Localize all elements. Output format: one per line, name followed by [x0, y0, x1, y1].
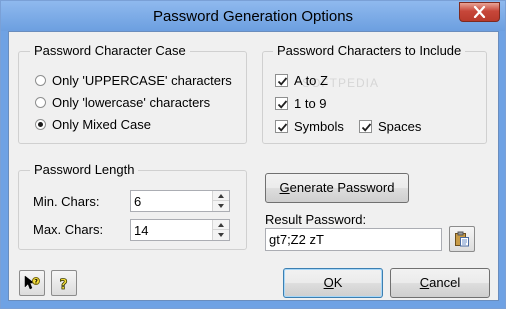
generate-password-button[interactable]: Generate Password: [265, 173, 409, 203]
checkbox-symbols[interactable]: [275, 120, 288, 133]
ok-label-accel: O: [323, 275, 334, 290]
clipboard-paste-icon: [455, 231, 469, 247]
radio-mixed-case[interactable]: [35, 119, 46, 130]
radio-mixed-case-row[interactable]: Only Mixed Case: [35, 117, 151, 132]
min-chars-spin-buttons: [212, 191, 229, 211]
radio-uppercase[interactable]: [35, 75, 46, 86]
spin-up-arrow-icon: [218, 194, 224, 198]
checkbox-spaces-label: Spaces: [378, 119, 422, 134]
window-title: Password Generation Options: [152, 8, 354, 25]
radio-uppercase-label: Only 'UPPERCASE' characters: [52, 73, 232, 88]
min-chars-label: Min. Chars:: [33, 194, 100, 209]
cancel-label: ancel: [429, 275, 461, 290]
close-button[interactable]: [459, 2, 500, 22]
max-chars-up-button[interactable]: [213, 220, 229, 230]
help-question-icon: ?: [59, 277, 68, 291]
characters-include-group-title: Password Characters to Include: [273, 43, 466, 58]
checkmark-icon: [277, 77, 288, 86]
svg-text:?: ?: [34, 279, 38, 286]
dialog-window: Password Generation Options SOFTPEDIA Pa…: [0, 0, 506, 309]
ok-label: K: [333, 275, 343, 290]
min-chars-input[interactable]: [131, 191, 214, 211]
checkbox-a-to-z-label: A to Z: [294, 73, 328, 88]
cancel-label-accel: C: [419, 275, 430, 290]
max-chars-input[interactable]: [131, 220, 214, 240]
help-button[interactable]: ?: [51, 270, 77, 296]
title-bar[interactable]: Password Generation Options: [1, 1, 505, 31]
checkbox-symbols-row[interactable]: Symbols: [275, 119, 344, 134]
radio-lowercase-label: Only 'lowercase' characters: [52, 95, 211, 110]
character-case-group: Password Character Case Only 'UPPERCASE'…: [18, 43, 247, 144]
max-chars-label: Max. Chars:: [33, 222, 104, 237]
result-password-label: Result Password:: [265, 212, 367, 227]
max-chars-down-button[interactable]: [213, 230, 229, 240]
result-password-field[interactable]: gt7;Z2 zT: [265, 228, 442, 251]
copy-result-button[interactable]: [449, 226, 475, 252]
checkbox-symbols-label: Symbols: [294, 119, 344, 134]
min-chars-up-button[interactable]: [213, 191, 229, 201]
checkbox-spaces[interactable]: [359, 120, 372, 133]
checkmark-icon: [361, 123, 372, 132]
spin-down-arrow-icon: [218, 204, 224, 208]
max-chars-spinner[interactable]: [130, 219, 230, 241]
checkmark-icon: [277, 123, 288, 132]
result-password-label-row: Result Password:: [265, 212, 366, 227]
dialog-client-area: SOFTPEDIA Password Character Case Only '…: [8, 31, 499, 301]
whats-this-button[interactable]: ?: [19, 270, 45, 296]
checkbox-1-to-9-row[interactable]: 1 to 9: [275, 96, 327, 111]
cancel-button[interactable]: Cancel: [390, 268, 490, 298]
ok-button[interactable]: OK: [283, 268, 383, 298]
pointer-help-icon: ?: [24, 275, 40, 290]
checkbox-spaces-row[interactable]: Spaces: [359, 119, 421, 134]
radio-mixed-case-label: Only Mixed Case: [52, 117, 151, 132]
character-case-group-title: Password Character Case: [30, 43, 190, 58]
generate-password-label: enerate Password: [289, 180, 395, 195]
checkbox-a-to-z-row[interactable]: A to Z: [275, 73, 328, 88]
svg-text:?: ?: [60, 277, 68, 291]
checkbox-1-to-9[interactable]: [275, 97, 288, 110]
close-x-icon: [473, 6, 486, 18]
checkbox-a-to-z[interactable]: [275, 74, 288, 87]
checkbox-1-to-9-label: 1 to 9: [294, 96, 327, 111]
generate-password-label-accel: G: [279, 180, 290, 195]
radio-uppercase-row[interactable]: Only 'UPPERCASE' characters: [35, 73, 232, 88]
max-chars-spin-buttons: [212, 220, 229, 240]
radio-lowercase-row[interactable]: Only 'lowercase' characters: [35, 95, 210, 110]
min-chars-label-row: Min. Chars:: [33, 194, 99, 209]
password-length-group-title: Password Length: [30, 162, 139, 177]
min-chars-down-button[interactable]: [213, 201, 229, 211]
max-chars-label-row: Max. Chars:: [33, 222, 103, 237]
spin-up-arrow-icon: [218, 223, 224, 227]
characters-include-group: Password Characters to Include A to Z 1 …: [262, 43, 487, 144]
password-length-group: Password Length Min. Chars: Max. Chars:: [18, 162, 247, 250]
min-chars-spinner[interactable]: [130, 190, 230, 212]
checkmark-icon: [277, 100, 288, 109]
spin-down-arrow-icon: [218, 233, 224, 237]
radio-lowercase[interactable]: [35, 97, 46, 108]
